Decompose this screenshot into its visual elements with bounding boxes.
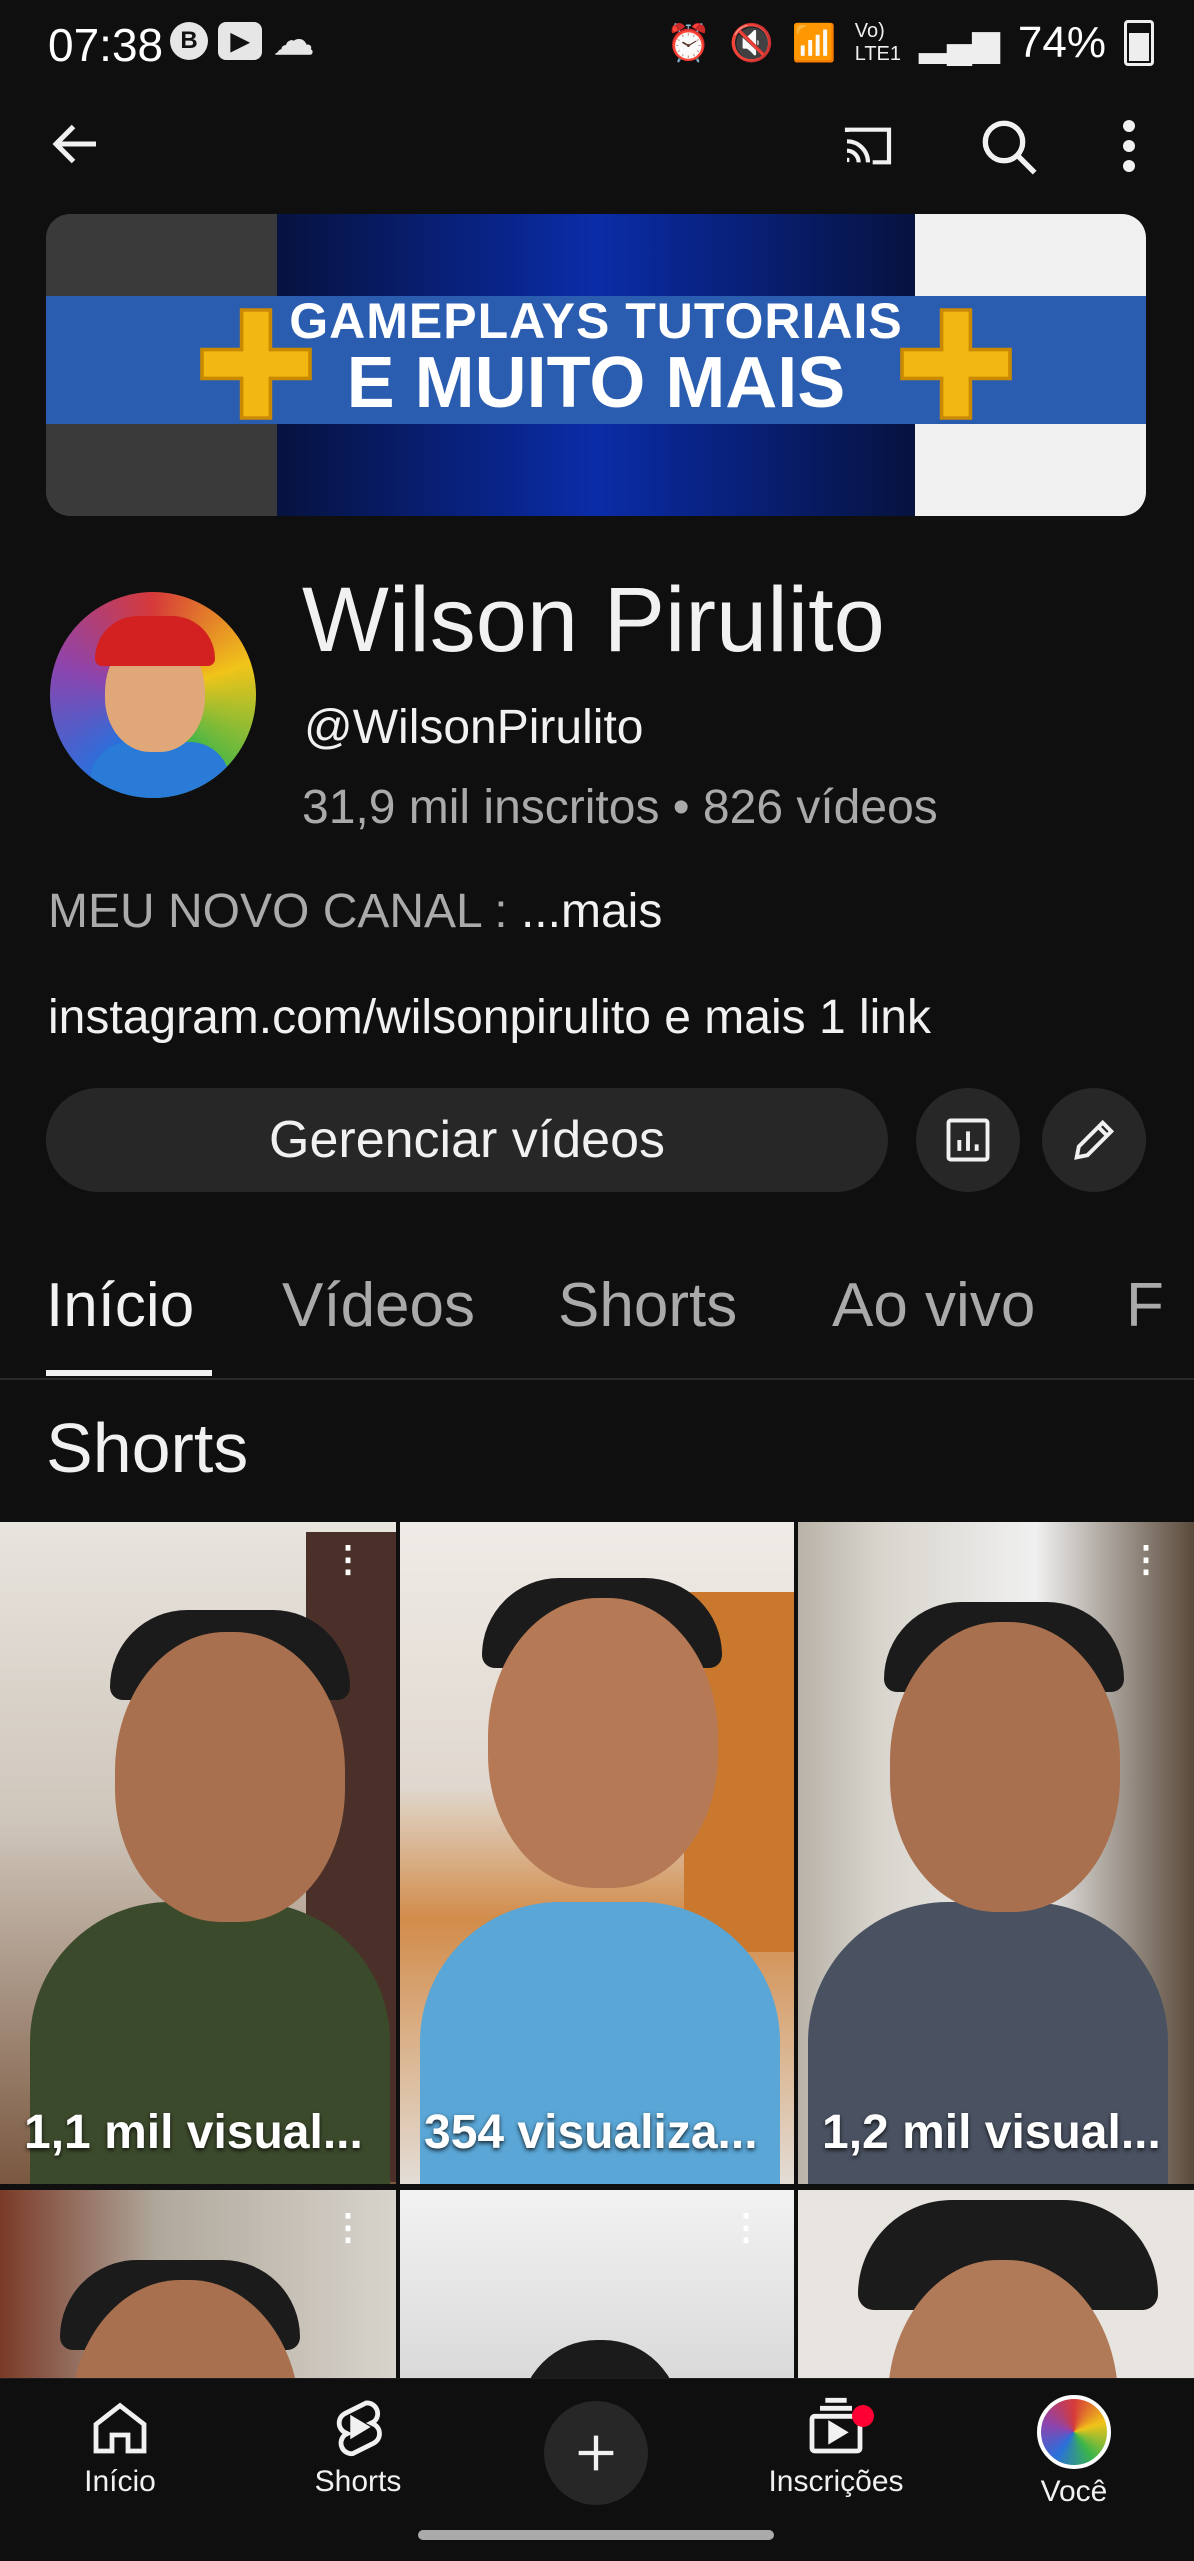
short-card[interactable]: ⋮ 1,2 mil visual...	[798, 1522, 1194, 2184]
edit-channel-button[interactable]	[1042, 1088, 1146, 1192]
channel-tabs: Início Vídeos Shorts Ao vivo F	[0, 1260, 1194, 1380]
alarm-icon: ⏰	[666, 22, 712, 63]
short-card[interactable]: ⋮	[400, 2190, 794, 2378]
pencil-icon	[1074, 1119, 1115, 1160]
channel-avatar[interactable]	[50, 592, 256, 798]
nav-shorts-label: Shorts	[314, 2465, 402, 2498]
shorts-icon	[336, 2400, 382, 2457]
notification-dot	[852, 2405, 874, 2427]
banner-line2: E MUITO MAIS	[346, 343, 846, 423]
channel-handle: @WilsonPirulito	[304, 701, 644, 754]
battery-percent: 74%	[1017, 18, 1106, 67]
short-more-icon[interactable]: ⋮	[728, 2209, 764, 2245]
short-card[interactable]: ⋮	[0, 2190, 396, 2378]
nav-you-label: Você	[1040, 2475, 1108, 2508]
more-vert-icon[interactable]	[1104, 114, 1154, 178]
subscriptions-icon	[809, 2397, 863, 2454]
tab-shorts[interactable]: Shorts	[558, 1270, 737, 1341]
signal-icon: ▂▄▆	[919, 22, 1000, 63]
tab-home[interactable]: Início	[46, 1270, 194, 1341]
short-card[interactable]	[798, 2190, 1194, 2378]
battery-icon	[1124, 20, 1154, 66]
channel-name: Wilson Pirulito	[302, 569, 885, 671]
channel-description[interactable]: MEU NOVO CANAL : ...mais	[48, 884, 662, 939]
short-views: 354 visualiza...	[424, 2106, 758, 2159]
nav-home[interactable]: Início	[30, 2395, 210, 2499]
cloud-icon: ☁	[274, 19, 314, 63]
description-text: MEU NOVO CANAL :	[48, 885, 521, 938]
back-arrow-icon[interactable]	[46, 114, 106, 174]
channel-stats: 31,9 mil inscritos • 826 vídeos	[302, 781, 938, 834]
cast-icon[interactable]	[836, 118, 900, 174]
user-avatar	[1037, 2395, 1111, 2469]
nav-you[interactable]: Você	[984, 2395, 1164, 2509]
gesture-bar[interactable]	[418, 2530, 774, 2540]
mute-icon: 🔇	[729, 22, 774, 63]
manage-videos-button[interactable]: Gerenciar vídeos	[46, 1088, 888, 1192]
description-more[interactable]: ...mais	[521, 885, 662, 938]
search-icon[interactable]	[976, 114, 1040, 178]
short-card[interactable]: 354 visualiza...	[400, 1522, 794, 2184]
b-icon: B	[170, 22, 208, 60]
short-more-icon[interactable]: ⋮	[330, 2209, 366, 2245]
channel-link[interactable]: instagram.com/wilsonpirulito	[48, 991, 651, 1044]
home-icon	[93, 2402, 147, 2454]
nav-subscriptions-label: Inscrições	[768, 2465, 904, 2498]
channel-link-more[interactable]: e mais 1 link	[664, 991, 931, 1044]
analytics-icon	[946, 1118, 990, 1162]
nav-shorts[interactable]: Shorts	[268, 2395, 448, 2499]
active-tab-indicator	[46, 1370, 212, 1376]
section-title-shorts: Shorts	[46, 1409, 249, 1487]
tab-playlists[interactable]: F	[1126, 1270, 1164, 1341]
status-time: 07:38	[48, 19, 164, 71]
analytics-button[interactable]	[916, 1088, 1020, 1192]
short-more-icon[interactable]: ⋮	[1128, 1541, 1164, 1577]
nav-home-label: Início	[84, 2465, 156, 2498]
top-app-bar	[0, 100, 1194, 190]
short-more-icon[interactable]: ⋮	[330, 1541, 366, 1577]
volte-icon: Vo) LTE1	[854, 20, 902, 65]
tab-videos[interactable]: Vídeos	[282, 1270, 475, 1341]
tab-live[interactable]: Ao vivo	[832, 1270, 1035, 1341]
short-card[interactable]: ⋮ 1,1 mil visual...	[0, 1522, 396, 2184]
plus-icon	[578, 2435, 614, 2471]
channel-links[interactable]: instagram.com/wilsonpirulito e mais 1 li…	[48, 990, 931, 1045]
short-views: 1,1 mil visual...	[24, 2106, 363, 2159]
channel-banner[interactable]: GAMEPLAYS TUTORIAIS E MUITO MAIS	[46, 214, 1146, 516]
nav-subscriptions[interactable]: Inscrições	[746, 2395, 926, 2499]
youtube-icon: ▶	[218, 22, 262, 60]
status-bar: 07:38 B ▶ ☁ ⏰ 🔇 📶 Vo) LTE1 ▂▄▆ 74%	[0, 0, 1194, 90]
wifi-icon: 📶	[791, 22, 837, 63]
create-button[interactable]	[544, 2401, 648, 2505]
short-views: 1,2 mil visual...	[822, 2106, 1161, 2159]
